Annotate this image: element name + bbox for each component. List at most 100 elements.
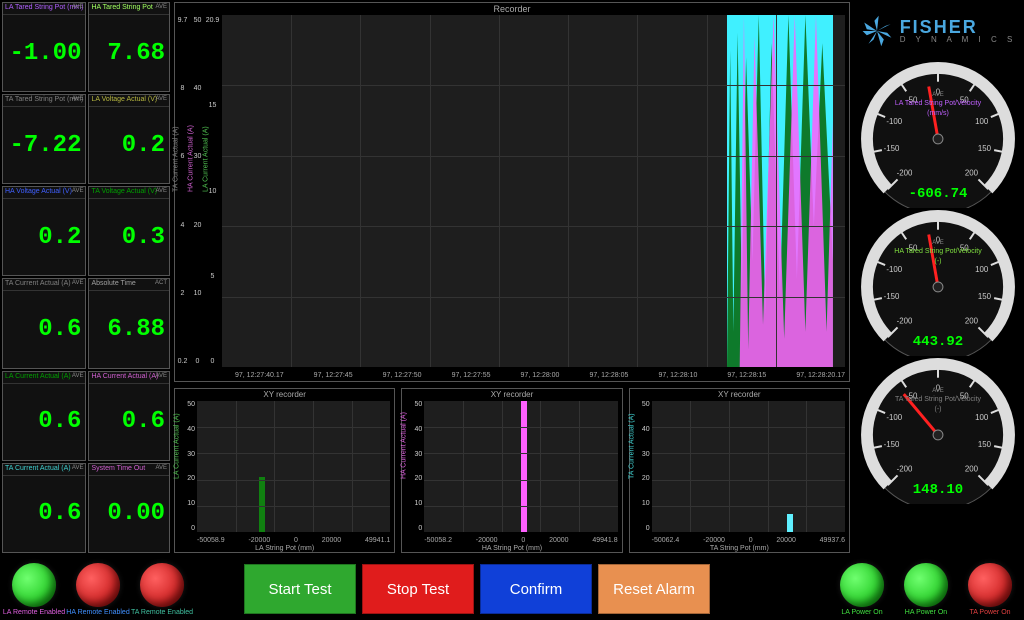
readout-tag: AVE: [155, 373, 167, 379]
y-tick: 20: [187, 475, 195, 482]
start-test-button[interactable]: Start Test: [244, 564, 356, 614]
led-label: TA Power On: [969, 609, 1010, 616]
gauge-unit: (mm/s): [858, 110, 1018, 117]
gauge-value: 443.92: [858, 334, 1018, 350]
xy-plot-2[interactable]: XY recorder TA Current Actual (A)5040302…: [629, 388, 850, 553]
readout-10: TA Current Actual (A) AVE 0.6: [2, 463, 86, 553]
gauge-1: -200-150-100-50050100150200 AVE HA Tared…: [858, 208, 1018, 356]
readout-3: LA Voltage Actual (V) AVE 0.2: [88, 94, 170, 184]
xy-area: [197, 401, 390, 532]
y-tick: 50: [194, 17, 202, 24]
recorder-plot-area: [222, 15, 845, 367]
led-label: HA Power On: [905, 609, 947, 616]
led-icon: [968, 563, 1012, 607]
y-tick: 0: [196, 358, 200, 365]
x-tick: -20000: [248, 537, 270, 544]
gauge-tag: AVE: [858, 388, 1018, 394]
xy-y-label: LA Current Actual (A): [174, 413, 181, 479]
xy-plot-0[interactable]: XY recorder LA Current Actual (A) 50 40 30 2…: [174, 388, 395, 553]
recorder-y-axis: LA Current Actual (A)20.9151050: [205, 3, 220, 381]
led-leds-right-2[interactable]: TA Power On: [960, 563, 1020, 616]
y-tick: 20: [194, 222, 202, 229]
led-icon: [12, 563, 56, 607]
readout-8: LA Current Actual (A) AVE 0.6: [2, 371, 86, 461]
svg-text:100: 100: [975, 265, 989, 274]
y-tick: 10: [194, 290, 202, 297]
xy-bar: [787, 514, 793, 532]
y-tick: 20: [415, 475, 423, 482]
confirm-button[interactable]: Confirm: [480, 564, 592, 614]
readout-value: 0.6: [89, 384, 169, 460]
readout-tag: AVE: [72, 4, 84, 10]
led-label: LA Remote Enabled: [3, 609, 65, 616]
readout-tag: AVE: [72, 373, 84, 379]
y-tick: 50: [415, 401, 423, 408]
svg-text:150: 150: [978, 292, 992, 301]
right-panel: FISHER D Y N A M I C S -200-150-100-5005…: [852, 0, 1024, 555]
led-icon: [76, 563, 120, 607]
led-label: TA Remote Enabled: [131, 609, 193, 616]
readout-grid: LA Tared String Pot (mm) AVE -1.00HA Tar…: [0, 0, 172, 555]
y-tick: 0.2: [178, 358, 188, 365]
svg-text:200: 200: [965, 316, 979, 325]
x-tick: 0: [294, 537, 298, 544]
y-tick: 8: [181, 85, 185, 92]
xy-title: XY recorder: [491, 390, 534, 399]
xy-row: XY recorder LA Current Actual (A) 50 40 30 2…: [174, 388, 850, 553]
y-tick: 10: [642, 500, 650, 507]
y-tick: 10: [415, 500, 423, 507]
xy-bar: [259, 477, 265, 532]
svg-text:-100: -100: [886, 413, 902, 422]
readout-tag: AVE: [72, 96, 84, 102]
gauge-unit: (-): [858, 258, 1018, 265]
y-tick: 6: [181, 153, 185, 160]
recorder-chart[interactable]: Recorder TA Current Actual (A)9.786420.2…: [174, 2, 850, 382]
gauge-2: -200-150-100-50050100150200 AVE TA Tared…: [858, 356, 1018, 504]
x-tick: 20000: [322, 537, 341, 544]
readout-value: -7.22: [3, 107, 85, 183]
svg-text:100: 100: [975, 413, 989, 422]
readout-tag: ACT: [155, 280, 167, 286]
gauge-0: -200-150-100-50050100150200 AVE LA Tared…: [858, 60, 1018, 208]
readout-value: 0.6: [3, 291, 85, 367]
y-tick: 30: [187, 451, 195, 458]
readout-5: TA Voltage Actual (V) AVE 0.3: [88, 186, 170, 276]
stop-test-button[interactable]: Stop Test: [362, 564, 474, 614]
y-tick: 50: [187, 401, 195, 408]
readout-tag: AVE: [72, 280, 84, 286]
svg-text:200: 200: [965, 168, 979, 177]
y-tick: 40: [187, 426, 195, 433]
xy-title: XY recorder: [718, 390, 761, 399]
y-tick: 40: [415, 426, 423, 433]
y-tick: 5: [211, 273, 215, 280]
led-label: HA Remote Enabled: [66, 609, 129, 616]
xy-plot-1[interactable]: XY recorder HA Current Actual (A)5040302…: [401, 388, 622, 553]
readout-tag: AVE: [72, 188, 84, 194]
y-tick: 0: [191, 525, 195, 532]
xy-x-label: HA String Pot (mm): [482, 545, 542, 552]
readout-tag: AVE: [155, 4, 167, 10]
led-leds-left-0[interactable]: LA Remote Enabled: [4, 563, 64, 616]
led-leds-left-2[interactable]: TA Remote Enabled: [132, 563, 192, 616]
svg-text:-200: -200: [897, 168, 913, 177]
xy-title: XY recorder: [263, 390, 306, 399]
readout-value: 0.3: [89, 199, 169, 275]
led-icon: [140, 563, 184, 607]
brand-logo: FISHER D Y N A M I C S: [860, 4, 1017, 56]
gauge-title: HA Tared String Pot/Velocity: [858, 248, 1018, 255]
svg-text:-150: -150: [884, 144, 900, 153]
x-tick: -20000: [703, 537, 725, 544]
reset-alarm-button[interactable]: Reset Alarm: [598, 564, 710, 614]
y-tick: 0: [646, 525, 650, 532]
gauge-tag: AVE: [858, 92, 1018, 98]
led-leds-right-0[interactable]: LA Power On: [832, 563, 892, 616]
x-tick: 20000: [776, 537, 795, 544]
svg-text:150: 150: [978, 144, 992, 153]
y-tick: 50: [642, 401, 650, 408]
svg-text:-150: -150: [884, 292, 900, 301]
led-leds-left-1[interactable]: HA Remote Enabled: [68, 563, 128, 616]
led-leds-right-1[interactable]: HA Power On: [896, 563, 956, 616]
readout-7: Absolute Time ACT 6.88: [88, 278, 170, 368]
y-tick: 40: [194, 85, 202, 92]
x-tick: -50058.9: [197, 537, 225, 544]
